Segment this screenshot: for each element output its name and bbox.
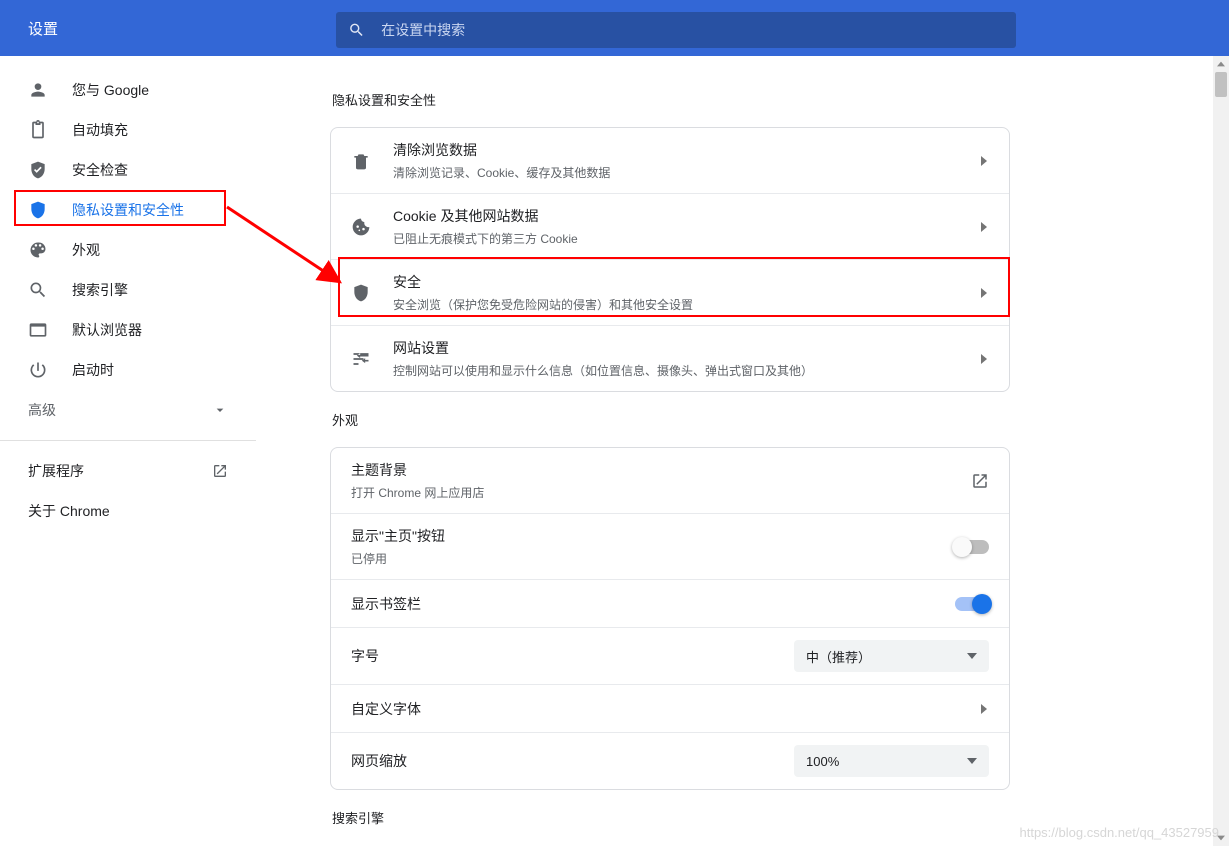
page-title: 设置 (28, 18, 58, 39)
row-title: 网站设置 (393, 338, 969, 358)
scroll-up-button[interactable] (1213, 56, 1229, 72)
chevron-down-icon (967, 758, 977, 764)
sidebar-item-on-startup[interactable]: 启动时 (0, 350, 256, 390)
sidebar-item-search-engine[interactable]: 搜索引擎 (0, 270, 256, 310)
row-title: 主题背景 (351, 460, 971, 480)
header: 设置 (0, 0, 1229, 56)
row-title: 显示书签栏 (351, 594, 955, 614)
shield-icon (351, 283, 371, 303)
privacy-section-heading: 隐私设置和安全性 (332, 90, 1199, 109)
shield-icon (28, 200, 48, 220)
sidebar-item-label: 安全检查 (72, 160, 128, 180)
scrollbar-thumb[interactable] (1215, 72, 1227, 97)
scroll-down-button[interactable] (1213, 830, 1229, 846)
chevron-right-icon (979, 704, 989, 714)
palette-icon (28, 240, 48, 260)
sidebar-item-label: 外观 (72, 240, 100, 260)
clipboard-icon (28, 120, 48, 140)
sidebar-extensions[interactable]: 扩展程序 (0, 451, 256, 491)
appearance-section-heading: 外观 (332, 410, 1199, 429)
open-in-new-icon (212, 463, 228, 479)
sidebar-item-default-browser[interactable]: 默认浏览器 (0, 310, 256, 350)
row-show-bookmarks-bar[interactable]: 显示书签栏 (331, 579, 1009, 627)
sidebar-item-label: 您与 Google (72, 80, 149, 100)
open-in-new-icon (971, 472, 989, 490)
sidebar-advanced-label: 高级 (28, 400, 56, 420)
sidebar-item-privacy[interactable]: 隐私设置和安全性 (0, 190, 256, 230)
chevron-down-icon (967, 653, 977, 659)
sidebar-item-you-and-google[interactable]: 您与 Google (0, 70, 256, 110)
row-title: 字号 (351, 646, 794, 666)
row-theme[interactable]: 主题背景 打开 Chrome 网上应用店 (331, 448, 1009, 513)
row-title: 清除浏览数据 (393, 140, 969, 160)
sidebar-item-label: 启动时 (72, 360, 114, 380)
row-subtitle: 控制网站可以使用和显示什么信息（如位置信息、摄像头、弹出式窗口及其他） (393, 362, 969, 379)
search-engine-section-heading: 搜索引擎 (332, 808, 1199, 827)
row-title: 显示"主页"按钮 (351, 526, 955, 546)
row-page-zoom: 网页缩放 100% (331, 732, 1009, 789)
search-icon (28, 280, 48, 300)
chevron-right-icon (979, 288, 989, 298)
browser-icon (28, 320, 48, 340)
font-size-select[interactable]: 中（推荐） (794, 640, 989, 672)
sidebar-item-label: 自动填充 (72, 120, 128, 140)
row-subtitle: 打开 Chrome 网上应用店 (351, 484, 971, 501)
scrollbar[interactable] (1213, 56, 1229, 846)
sidebar: 您与 Google 自动填充 安全检查 隐私设置和安全性 外观 搜索引擎 默认浏… (0, 56, 256, 846)
sidebar-about[interactable]: 关于 Chrome (0, 491, 256, 531)
sidebar-extensions-label: 扩展程序 (28, 461, 84, 481)
toggle-home-button[interactable] (955, 540, 989, 554)
row-subtitle: 已停用 (351, 550, 955, 567)
sidebar-item-label: 隐私设置和安全性 (72, 200, 184, 220)
row-clear-browsing-data[interactable]: 清除浏览数据 清除浏览记录、Cookie、缓存及其他数据 (331, 128, 1009, 193)
settings-content: 隐私设置和安全性 清除浏览数据 清除浏览记录、Cookie、缓存及其他数据 Co… (320, 72, 1211, 846)
person-icon (28, 80, 48, 100)
search-icon (348, 21, 365, 39)
toggle-bookmarks-bar[interactable] (955, 597, 989, 611)
sidebar-item-autofill[interactable]: 自动填充 (0, 110, 256, 150)
row-subtitle: 清除浏览记录、Cookie、缓存及其他数据 (393, 164, 969, 181)
row-subtitle: 已阻止无痕模式下的第三方 Cookie (393, 230, 969, 247)
sidebar-item-label: 搜索引擎 (72, 280, 128, 300)
sidebar-item-appearance[interactable]: 外观 (0, 230, 256, 270)
row-font-size: 字号 中（推荐） (331, 627, 1009, 684)
row-title: 自定义字体 (351, 699, 969, 719)
sidebar-advanced-toggle[interactable]: 高级 (0, 390, 256, 430)
sidebar-item-label: 默认浏览器 (72, 320, 142, 340)
page-zoom-value: 100% (806, 754, 839, 769)
row-title: 安全 (393, 272, 969, 292)
chevron-right-icon (979, 354, 989, 364)
font-size-value: 中（推荐） (806, 647, 871, 666)
chevron-right-icon (979, 156, 989, 166)
search-bar[interactable] (336, 12, 1016, 48)
shield-check-icon (28, 160, 48, 180)
row-customize-fonts[interactable]: 自定义字体 (331, 684, 1009, 732)
search-input[interactable] (381, 22, 1004, 38)
sidebar-divider (0, 440, 256, 441)
appearance-card: 主题背景 打开 Chrome 网上应用店 显示"主页"按钮 已停用 显示书签栏 (330, 447, 1010, 790)
sliders-icon (351, 349, 371, 369)
row-title: Cookie 及其他网站数据 (393, 206, 969, 226)
sidebar-about-label: 关于 Chrome (28, 501, 110, 521)
chevron-right-icon (979, 222, 989, 232)
privacy-card: 清除浏览数据 清除浏览记录、Cookie、缓存及其他数据 Cookie 及其他网… (330, 127, 1010, 392)
row-site-settings[interactable]: 网站设置 控制网站可以使用和显示什么信息（如位置信息、摄像头、弹出式窗口及其他） (331, 325, 1009, 391)
power-icon (28, 360, 48, 380)
trash-icon (351, 151, 371, 171)
row-subtitle: 安全浏览（保护您免受危险网站的侵害）和其他安全设置 (393, 296, 969, 313)
row-cookies[interactable]: Cookie 及其他网站数据 已阻止无痕模式下的第三方 Cookie (331, 193, 1009, 259)
row-security[interactable]: 安全 安全浏览（保护您免受危险网站的侵害）和其他安全设置 (331, 259, 1009, 325)
cookie-icon (351, 217, 371, 237)
row-title: 网页缩放 (351, 751, 794, 771)
row-show-home-button[interactable]: 显示"主页"按钮 已停用 (331, 513, 1009, 579)
chevron-down-icon (212, 402, 228, 418)
sidebar-item-safety-check[interactable]: 安全检查 (0, 150, 256, 190)
page-zoom-select[interactable]: 100% (794, 745, 989, 777)
